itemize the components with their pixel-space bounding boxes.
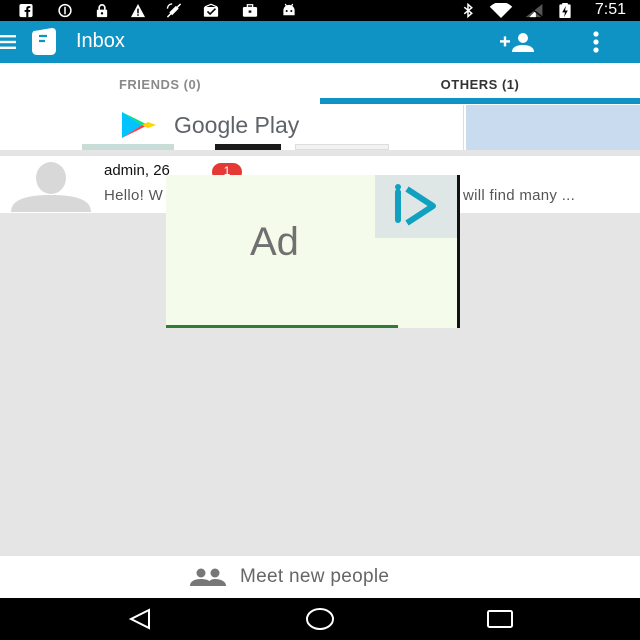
no-satellite-icon — [166, 3, 182, 18]
ad-label: Ad — [250, 220, 299, 264]
page-title: Inbox — [76, 30, 125, 52]
menu-icon[interactable] — [0, 35, 16, 49]
back-icon[interactable] — [128, 608, 152, 630]
ad-progress-line — [166, 325, 398, 328]
add-person-icon[interactable] — [500, 32, 536, 52]
banner-thumbnail — [82, 144, 174, 150]
clock-time: 7:51 — [594, 1, 626, 18]
banner-store-box: Google Play — [2, 105, 464, 150]
warning-icon — [130, 3, 146, 18]
banner-thumbnail — [215, 144, 281, 150]
app-logo[interactable] — [28, 27, 60, 57]
wifi-icon — [489, 3, 513, 18]
signal-icon — [525, 3, 543, 18]
more-vert-icon[interactable] — [590, 30, 602, 54]
people-icon — [190, 568, 226, 586]
tab-friends[interactable]: FRIENDS (0) — [0, 63, 320, 105]
lock-icon — [96, 4, 108, 18]
briefcase-icon — [242, 4, 258, 17]
ad-choices-box[interactable] — [375, 175, 457, 238]
blocked-icon — [58, 3, 72, 18]
meet-new-people-label: Meet new people — [240, 566, 390, 587]
google-play-text: Google Play — [174, 112, 300, 138]
google-play-logo-icon — [122, 112, 156, 138]
facebook-icon — [19, 3, 33, 18]
ad-choices-icon — [395, 184, 436, 226]
android-icon — [283, 3, 295, 16]
sender-name: admin, 26 — [104, 162, 170, 179]
mail-check-icon — [203, 3, 219, 17]
meet-new-people-bar[interactable]: Meet new people — [0, 556, 640, 598]
system-nav-bar — [0, 598, 640, 640]
recents-icon[interactable] — [486, 609, 514, 629]
banner-thumbnail — [295, 144, 389, 150]
message-preview: Hello! W — [104, 187, 164, 204]
battery-charging-icon — [559, 3, 571, 18]
app-bar: Inbox — [0, 21, 640, 63]
avatar-placeholder-icon — [11, 162, 91, 212]
message-preview-tail: will find many ... — [463, 187, 576, 204]
google-play-banner[interactable]: Google Play — [0, 105, 640, 150]
status-bar: 7:51 — [0, 0, 640, 21]
home-icon[interactable] — [305, 607, 335, 631]
bluetooth-icon — [463, 3, 473, 18]
banner-side-panel — [466, 105, 640, 150]
tab-selected-indicator — [320, 98, 640, 104]
ad-overlay[interactable]: Ad — [166, 175, 460, 328]
